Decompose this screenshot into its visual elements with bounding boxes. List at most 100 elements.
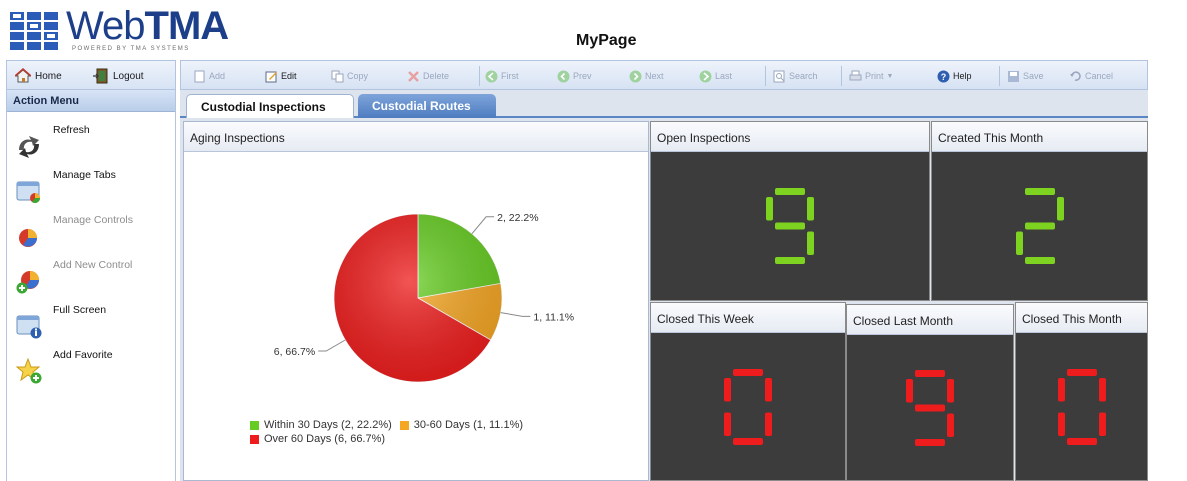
digit-segment [906, 378, 913, 402]
copy-label: Copy [347, 71, 369, 81]
prev-icon [557, 70, 570, 82]
slice-label: 6, 66.7% [274, 346, 315, 358]
legend-item-over-60[interactable]: Over 60 Days (6, 66.7%) [250, 433, 385, 445]
cancel-icon [1070, 70, 1081, 81]
add-icon [194, 70, 205, 82]
search-button[interactable]: Search [773, 68, 818, 84]
help-button[interactable]: ? Help [937, 68, 972, 84]
digit-segment [1098, 377, 1106, 401]
edit-label: Edit [281, 71, 297, 81]
last-button[interactable]: Last [699, 68, 732, 84]
cancel-label: Cancel [1085, 71, 1114, 81]
open-inspections-value [766, 188, 814, 264]
copy-icon [331, 70, 344, 82]
manage-controls-icon [19, 229, 37, 247]
cancel-button[interactable]: Cancel [1069, 68, 1113, 84]
slice-label: 2, 22.2% [497, 212, 538, 224]
logo-tagline: POWERED BY TMA SYSTEMS [72, 46, 190, 52]
legend-item-30-60[interactable]: 30-60 Days (1, 11.1%) [399, 419, 524, 431]
home-button[interactable]: Home [15, 67, 62, 85]
sidebar-item-refresh[interactable]: Refresh [11, 122, 171, 166]
slice-leader-line [471, 216, 495, 234]
digit-segment [915, 404, 945, 411]
app-header: WebTMA POWERED BY TMA SYSTEMS MyPage [0, 0, 1187, 58]
webtma-logo: WebTMA POWERED BY TMA SYSTEMS [10, 4, 229, 54]
delete-button[interactable]: Delete [407, 68, 449, 84]
next-icon [629, 70, 642, 82]
created-this-month-value [1015, 188, 1064, 264]
toolbar-separator [841, 66, 842, 86]
print-icon [849, 70, 862, 80]
action-menu: Action Menu Refresh Manage Tabs Manage C… [6, 90, 176, 481]
digit-segment [724, 377, 731, 401]
digit-segment [1015, 231, 1023, 255]
sidebar-item-manage-controls[interactable]: Manage Controls [11, 212, 171, 256]
sidebar-item-label: Manage Tabs [53, 169, 116, 181]
record-toolbar: Add Edit Copy Delete First Prev Next Las… [180, 60, 1148, 90]
closed-last-month-tile: Closed Last Month [846, 304, 1014, 481]
full-screen-icon [16, 315, 42, 339]
digit-segment [765, 377, 772, 401]
edit-button[interactable]: Edit [265, 68, 297, 84]
digit-segment [1057, 232, 1064, 256]
digit-segment [1066, 437, 1097, 445]
logout-button[interactable]: Logout [93, 67, 144, 85]
pie-shading [334, 214, 502, 382]
toolbar-separator [999, 66, 1000, 86]
sidebar-item-manage-tabs[interactable]: Manage Tabs [11, 167, 171, 211]
sidebar-item-full-screen[interactable]: Full Screen [11, 302, 171, 346]
tab-bar: Custodial Inspections Custodial Routes [180, 90, 1148, 118]
digit-segment [1057, 412, 1065, 436]
next-button[interactable]: Next [629, 68, 664, 84]
sidebar-item-add-new-control[interactable]: Add New Control [11, 257, 171, 301]
digit-segment [915, 438, 945, 446]
page-title: MyPage [576, 32, 637, 49]
closed-this-month-tile: Closed This Month [1015, 302, 1148, 481]
edit-icon [265, 71, 277, 82]
add-button[interactable]: Add [193, 68, 225, 84]
sidebar-item-add-favorite[interactable]: Add Favorite [11, 347, 171, 391]
print-dropdown-icon[interactable]: ▼ [887, 73, 894, 80]
last-label: Last [715, 71, 733, 81]
digit-segment [807, 231, 814, 255]
sidebar-item-label: Add New Control [53, 259, 133, 271]
tab-custodial-routes[interactable]: Custodial Routes [358, 94, 496, 118]
save-button[interactable]: Save [1007, 68, 1044, 84]
aging-pie-chart: 2, 22.2% 1, 11.1% 6, 66.7% [274, 212, 574, 383]
main-content: Custodial Inspections Custodial Routes A… [180, 90, 1148, 481]
closed-this-month-value [1057, 368, 1106, 445]
digit-segment [1024, 257, 1055, 264]
copy-button[interactable]: Copy [331, 68, 368, 84]
digit-segment [775, 257, 805, 264]
logout-label: Logout [113, 70, 144, 82]
sidebar-item-label: Add Favorite [53, 349, 113, 361]
digit-segment [775, 188, 805, 195]
home-label: Home [35, 70, 62, 82]
sidebar-item-label: Manage Controls [53, 214, 133, 226]
slice-leader-line [500, 312, 531, 317]
digit-segment [1024, 188, 1055, 195]
legend-swatch [250, 434, 259, 444]
delete-label: Delete [423, 71, 450, 81]
last-icon [699, 70, 712, 82]
kpi-title: Closed This Month [1016, 303, 1147, 333]
digit-segment [766, 232, 773, 256]
legend-item-within-30[interactable]: Within 30 Days (2, 22.2%) [250, 419, 392, 431]
first-button[interactable]: First [485, 68, 519, 84]
first-icon [485, 70, 498, 82]
closed-this-week-value [724, 368, 772, 445]
prev-button[interactable]: Prev [557, 68, 592, 84]
help-icon: ? [937, 70, 950, 82]
print-button[interactable]: Print ▼ [849, 68, 893, 84]
digit-segment [733, 403, 763, 410]
toolbar-separator [765, 66, 766, 86]
closed-this-week-tile: Closed This Week [650, 302, 846, 481]
digit-segment [1057, 377, 1065, 401]
home-icon [15, 68, 31, 83]
created-this-month-tile: Created This Month [931, 121, 1148, 301]
digit-segment [947, 413, 954, 437]
legend-label: 30-60 Days (1, 11.1%) [413, 419, 524, 431]
prev-label: Prev [573, 71, 592, 81]
digit-segment [1098, 412, 1106, 436]
tab-custodial-inspections[interactable]: Custodial Inspections [186, 94, 354, 118]
